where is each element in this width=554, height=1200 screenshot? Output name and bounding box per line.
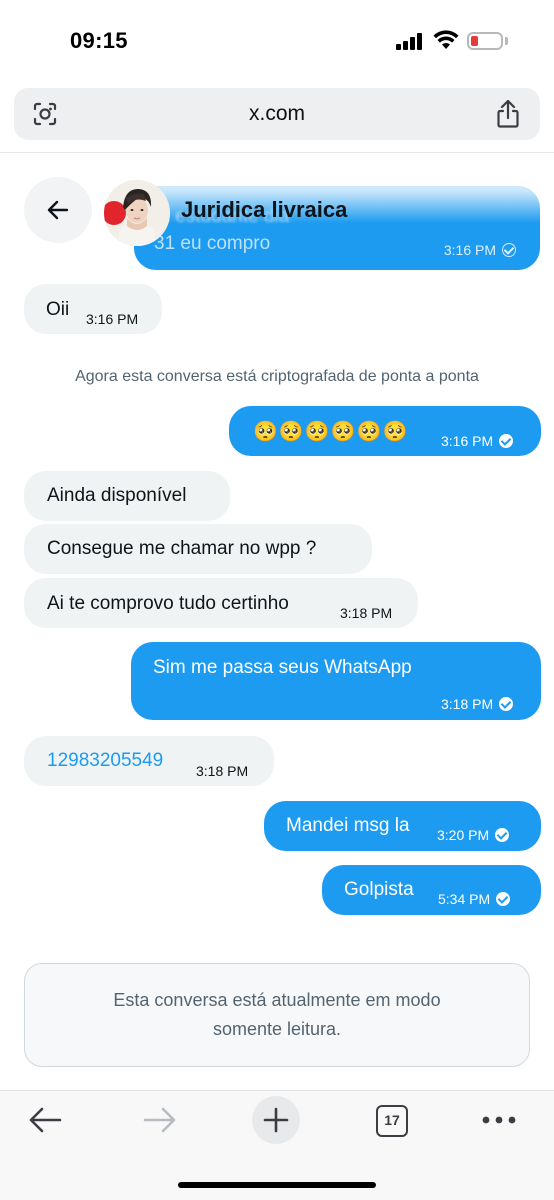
message-text: Oii (46, 299, 70, 320)
message-bubble-outgoing[interactable]: Mandei msg la 3:20 PM (264, 801, 541, 851)
message-text: Golpista (344, 879, 414, 900)
message-bubble-outgoing[interactable]: 🥺🥺🥺🥺🥺🥺 3:16 PM (229, 406, 541, 456)
emoji-text: 🥺🥺🥺🥺🥺🥺 (253, 419, 409, 443)
message-time: 3:18 PM (196, 763, 249, 779)
message-text: Ainda disponível (47, 485, 187, 506)
more-icon[interactable] (482, 1114, 516, 1126)
read-check-icon (496, 892, 511, 906)
message-text: Mandei msg la (286, 815, 410, 836)
home-indicator (178, 1182, 376, 1188)
message-text: Ai te comprovo tudo certinho (47, 593, 289, 614)
message-bubble-incoming[interactable]: Ai te comprovo tudo certinho 3:18 PM (24, 578, 418, 628)
message-time: 3:20 PM (437, 827, 490, 843)
message-bubble-outgoing[interactable]: Golpista 5:34 PM (322, 865, 541, 915)
message-time: 5:34 PM (438, 891, 491, 907)
back-arrow-icon[interactable] (28, 1106, 62, 1134)
url-text[interactable]: x.com (14, 102, 540, 126)
message-time: 3:16 PM (443, 242, 496, 258)
message-bubble-incoming[interactable]: Consegue me chamar no wpp ? (24, 524, 372, 574)
message-time: 3:16 PM (86, 311, 139, 327)
forward-arrow-icon[interactable] (143, 1106, 177, 1134)
wifi-icon (433, 30, 459, 49)
address-bar[interactable]: x.com (14, 88, 540, 140)
back-arrow-icon (47, 200, 69, 220)
message-bubble-incoming[interactable]: Oii 3:16 PM (24, 284, 162, 334)
read-only-notice: Esta conversa está atualmente em modo so… (24, 963, 530, 1067)
message-bubble-incoming[interactable]: 12983205549 3:18 PM (24, 736, 274, 786)
encryption-notice: Agora esta conversa está criptografada d… (75, 368, 479, 385)
share-icon[interactable] (496, 99, 520, 129)
status-bar: 09:15 (0, 0, 554, 82)
tab-count: 17 (384, 1112, 400, 1128)
read-only-line: Esta conversa está atualmente em modo (113, 990, 441, 1010)
battery-icon (467, 32, 503, 50)
message-time: 3:16 PM (441, 433, 494, 449)
new-tab-button[interactable] (252, 1096, 300, 1144)
read-only-line: somente leitura. (212, 1019, 342, 1039)
tabs-button[interactable]: 17 (376, 1105, 408, 1137)
message-time: 3:18 PM (340, 605, 393, 621)
battery-cap (505, 37, 508, 45)
back-button[interactable] (24, 177, 92, 243)
read-check-icon (499, 697, 514, 711)
plus-icon (263, 1107, 289, 1133)
read-check-icon (499, 434, 514, 448)
message-text: 31 eu compro (154, 233, 271, 254)
message-text: Consegue me chamar no wpp ? (47, 538, 317, 559)
read-check-icon (495, 828, 510, 842)
read-check-icon (502, 243, 516, 257)
status-time: 09:15 (70, 28, 128, 53)
signal-icon (396, 33, 424, 50)
contact-name[interactable]: Juridica livraica (181, 197, 347, 223)
phone-link[interactable]: 12983205549 (47, 749, 163, 773)
message-bubble-outgoing[interactable]: Sim me passa seus WhatsApp 3:18 PM (131, 642, 541, 720)
message-text: Sim me passa seus WhatsApp (153, 657, 412, 678)
message-time: 3:18 PM (441, 696, 494, 712)
message-bubble-incoming[interactable]: Ainda disponível (24, 471, 230, 521)
avatar[interactable] (104, 180, 170, 246)
